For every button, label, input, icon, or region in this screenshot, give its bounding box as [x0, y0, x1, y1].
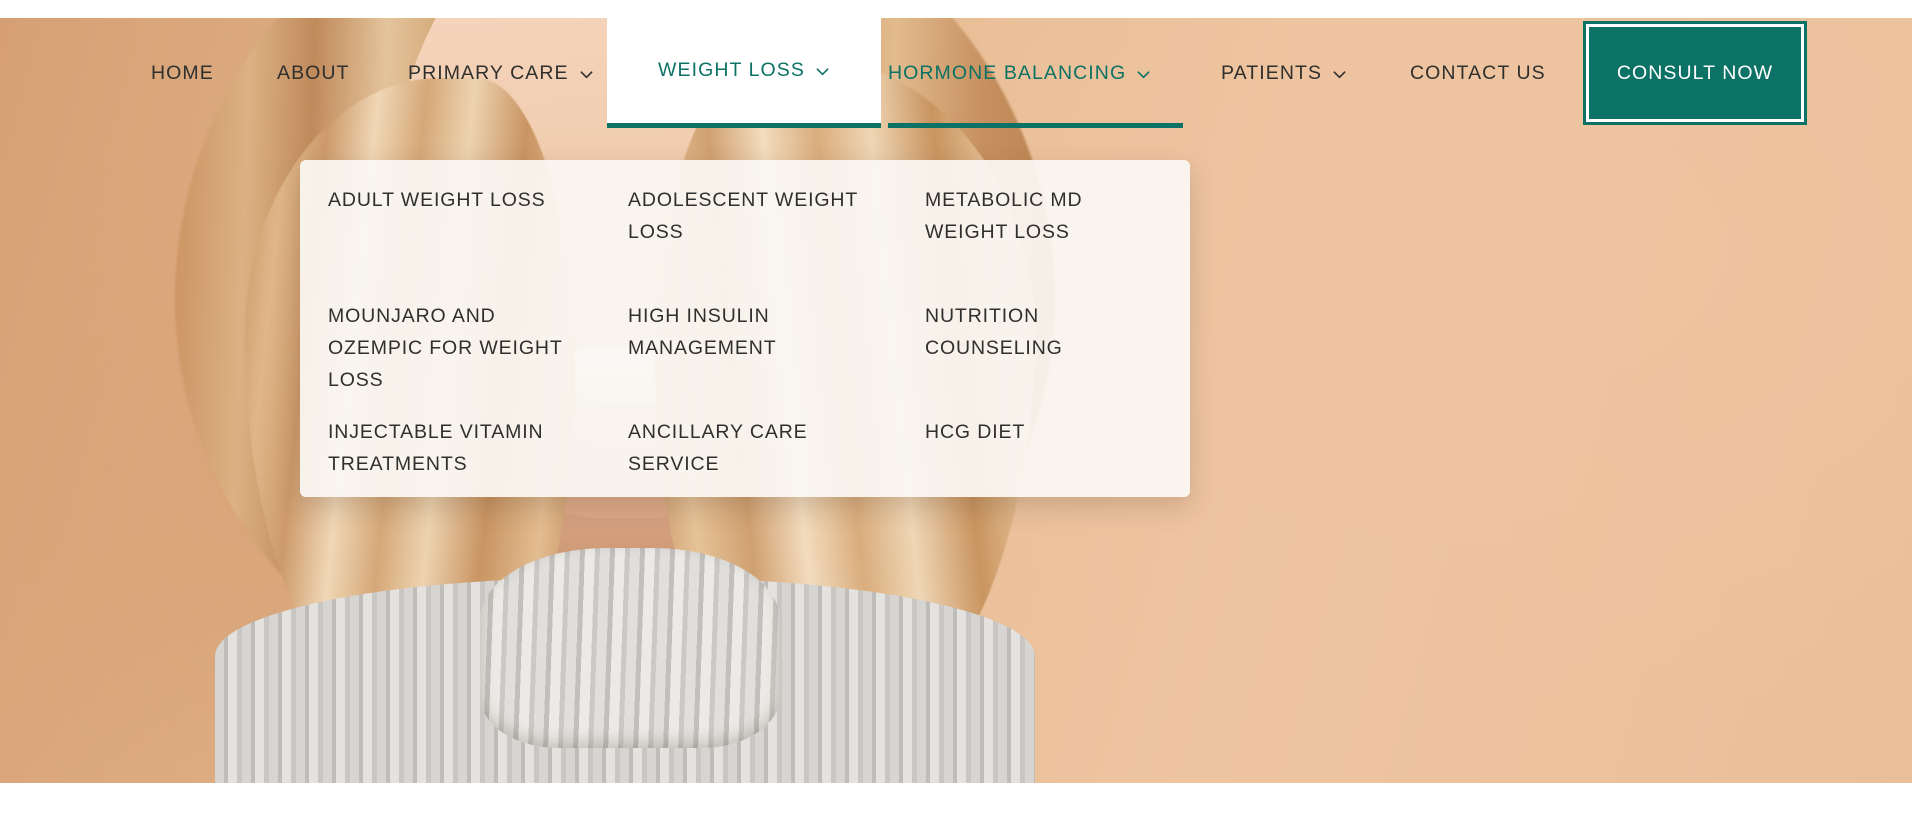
main-navigation: HOME ABOUT PRIMARY CARE WEIGHT LOSS HORMONE … — [0, 18, 1912, 128]
dropdown-link-hcg-diet[interactable]: HCG DIET — [925, 416, 1025, 448]
chevron-down-icon[interactable] — [1332, 67, 1347, 82]
dropdown-link-adult-weight-loss[interactable]: ADULT WEIGHT LOSS — [328, 184, 546, 216]
right-margin-strip — [1912, 0, 1920, 821]
dropdown-cell: ADULT WEIGHT LOSS — [328, 184, 628, 300]
dropdown-cell: NUTRITION COUNSELING — [925, 300, 1190, 416]
dropdown-cell: ANCILLARY CARE SERVICE — [628, 416, 925, 532]
nav-item-primary-care[interactable]: PRIMARY CARE — [408, 18, 606, 128]
nav-item-label: CONTACT US — [1410, 61, 1546, 84]
consult-now-button[interactable]: CONSULT NOW — [1586, 24, 1804, 122]
nav-item-weight-loss[interactable]: WEIGHT LOSS — [607, 18, 881, 128]
top-margin-strip — [0, 0, 1920, 18]
nav-item-label: PRIMARY CARE — [408, 61, 569, 84]
dropdown-links-grid: ADULT WEIGHT LOSS ADOLESCENT WEIGHT LOSS M… — [300, 184, 1190, 532]
nav-item-label: WEIGHT LOSS — [658, 59, 805, 81]
chevron-down-icon[interactable] — [1136, 67, 1151, 82]
dropdown-cell: HCG DIET — [925, 416, 1190, 532]
dropdown-link-adolescent-weight-loss[interactable]: ADOLESCENT WEIGHT LOSS — [628, 184, 878, 248]
dropdown-cell: MOUNJARO AND OZEMPIC FOR WEIGHT LOSS — [328, 300, 628, 416]
nav-item-hormone-balancing[interactable]: HORMONE BALANCING — [888, 18, 1183, 128]
dropdown-cell: INJECTABLE VITAMIN TREATMENTS — [328, 416, 628, 532]
dropdown-cell: METABOLIC MD WEIGHT LOSS — [925, 184, 1190, 300]
chevron-down-icon[interactable] — [815, 64, 830, 79]
nav-item-label: HOME — [151, 61, 214, 84]
nav-item-contact-us[interactable]: CONTACT US — [1410, 18, 1575, 128]
nav-item-label: HORMONE BALANCING — [888, 61, 1127, 84]
nav-item-about[interactable]: ABOUT — [277, 18, 375, 128]
dropdown-cell: HIGH INSULIN MANAGEMENT — [628, 300, 925, 416]
nav-item-patients[interactable]: PATIENTS — [1221, 18, 1364, 128]
nav-item-label: PATIENTS — [1221, 61, 1323, 84]
dropdown-link-mounjaro-and-ozempic-for-weight-loss[interactable]: MOUNJARO AND OZEMPIC FOR WEIGHT LOSS — [328, 300, 578, 396]
dropdown-link-ancillary-care-service[interactable]: ANCILLARY CARE SERVICE — [628, 416, 878, 480]
nav-item-label: ABOUT — [277, 61, 350, 84]
dropdown-link-metabolic-md-weight-loss[interactable]: METABOLIC MD WEIGHT LOSS — [925, 184, 1168, 248]
nav-item-home[interactable]: HOME — [151, 18, 241, 128]
page-root: HOME ABOUT PRIMARY CARE WEIGHT LOSS HORMONE … — [0, 0, 1920, 821]
weight-loss-dropdown-menu: ADULT WEIGHT LOSS ADOLESCENT WEIGHT LOSS M… — [300, 160, 1190, 497]
dropdown-link-nutrition-counseling[interactable]: NUTRITION COUNSELING — [925, 300, 1168, 364]
dropdown-link-high-insulin-management[interactable]: HIGH INSULIN MANAGEMENT — [628, 300, 878, 364]
page-body-below-hero — [0, 783, 1920, 821]
chevron-down-icon[interactable] — [579, 67, 594, 82]
turtleneck-collar-shape — [480, 548, 780, 748]
dropdown-cell: ADOLESCENT WEIGHT LOSS — [628, 184, 925, 300]
dropdown-link-injectable-vitamin-treatments[interactable]: INJECTABLE VITAMIN TREATMENTS — [328, 416, 578, 480]
consult-now-label: CONSULT NOW — [1616, 61, 1774, 84]
